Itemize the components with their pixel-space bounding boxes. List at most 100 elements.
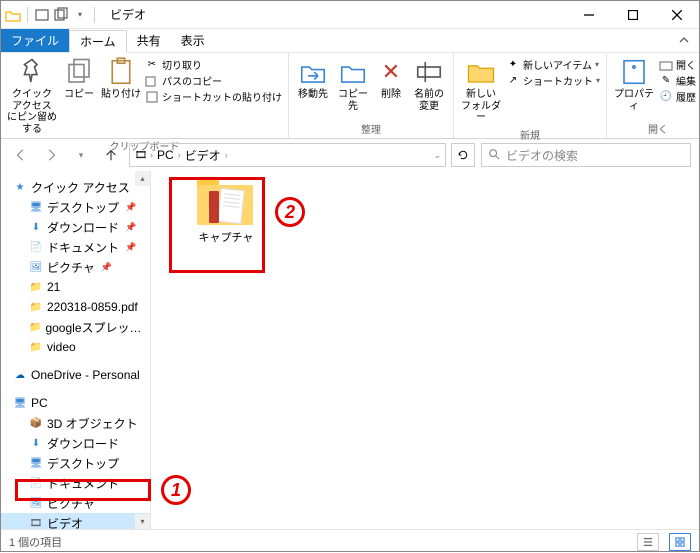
breadcrumb[interactable]: 🎞 › PC › ビデオ › ⌄ — [129, 143, 446, 167]
search-input[interactable]: ビデオの検索 — [481, 143, 691, 167]
folder-icon: 📁 — [29, 300, 43, 314]
qat-item[interactable] — [53, 7, 69, 23]
tree-folder[interactable]: 📁googleスプレッドシートを新 — [1, 317, 150, 337]
properties-icon — [619, 57, 649, 87]
nav-tree[interactable]: ▴ ★クイック アクセス 🖥デスクトップ📌 ⬇ダウンロード📌 📄ドキュメント📌 … — [1, 171, 151, 529]
content-pane[interactable]: キャプチャ — [151, 171, 699, 529]
back-button[interactable] — [9, 143, 33, 167]
delete-icon: ✕ — [376, 57, 406, 87]
tree-pc-pictures[interactable]: 🖼ピクチャ — [1, 493, 150, 513]
open-icon — [659, 58, 673, 72]
easy-access-button[interactable]: ↗ショートカット ▾ — [506, 73, 600, 88]
desktop-icon: 🖥 — [29, 200, 43, 214]
edit-button[interactable]: ✎編集 — [659, 73, 700, 88]
tree-folder[interactable]: 📁21 — [1, 277, 150, 297]
paste-button[interactable]: 貼り付け — [99, 55, 143, 103]
new-item-button[interactable]: ✦新しいアイテム ▾ — [506, 57, 600, 72]
video-icon: 🎞 — [29, 516, 43, 529]
tree-pictures[interactable]: 🖼ピクチャ📌 — [1, 257, 150, 277]
address-bar: ▾ 🎞 › PC › ビデオ › ⌄ ビデオの検索 — [1, 139, 699, 171]
folder-icon: 📁 — [29, 340, 43, 354]
breadcrumb-current[interactable]: ビデオ — [183, 147, 223, 164]
move-to-icon — [298, 57, 328, 87]
close-button[interactable] — [655, 1, 699, 29]
copy-to-button[interactable]: コピー先 — [333, 55, 373, 114]
pictures-icon: 🖼 — [29, 260, 43, 274]
pin-icon: 📌 — [125, 242, 136, 253]
group-label: 新規 — [458, 126, 602, 143]
tab-file[interactable]: ファイル — [1, 29, 69, 52]
downloads-icon: ⬇ — [29, 220, 43, 234]
pin-icon — [17, 57, 47, 87]
tree-pc[interactable]: 🖥PC — [1, 393, 150, 413]
main-area: ▴ ★クイック アクセス 🖥デスクトップ📌 ⬇ダウンロード📌 📄ドキュメント📌 … — [1, 171, 699, 529]
tab-view[interactable]: 表示 — [171, 29, 215, 52]
easy-access-icon: ↗ — [506, 74, 520, 88]
new-folder-icon — [466, 57, 496, 87]
rename-icon — [414, 57, 444, 87]
qat-dropdown[interactable]: ▾ — [72, 7, 88, 23]
tree-pc-desktop[interactable]: 🖥デスクトップ — [1, 453, 150, 473]
cut-icon: ✂ — [145, 58, 159, 72]
properties-button[interactable]: プロパティ — [611, 55, 657, 114]
tree-3d-objects[interactable]: 📦3D オブジェクト — [1, 413, 150, 433]
up-button[interactable] — [99, 143, 123, 167]
status-bar: 1 個の項目 — [1, 529, 699, 553]
pin-icon: 📌 — [125, 222, 136, 233]
copy-path-button[interactable]: パスのコピー — [145, 73, 282, 88]
documents-icon: 📄 — [29, 476, 43, 490]
search-icon — [488, 148, 500, 163]
cut-button[interactable]: ✂切り取り — [145, 57, 282, 72]
video-icon: 🎞 — [134, 148, 148, 162]
downloads-icon: ⬇ — [29, 436, 43, 450]
open-button[interactable]: 開く ▾ — [659, 57, 700, 72]
paste-shortcut-icon — [145, 90, 159, 104]
new-folder-button[interactable]: 新しい フォルダー — [458, 55, 504, 126]
ribbon: クイック アクセス にピン留めする コピー 貼り付け ✂切り取り パスのコピー … — [1, 53, 699, 139]
breadcrumb-dropdown[interactable]: ⌄ — [433, 150, 441, 161]
delete-button[interactable]: ✕ 削除 — [373, 55, 409, 103]
pin-to-quick-access-button[interactable]: クイック アクセス にピン留めする — [5, 55, 59, 137]
forward-button[interactable] — [39, 143, 63, 167]
tree-folder[interactable]: 📁220318-0859.pdf — [1, 297, 150, 317]
documents-icon: 📄 — [29, 240, 43, 254]
copy-path-icon — [145, 74, 159, 88]
tree-pc-documents[interactable]: 📄ドキュメント — [1, 473, 150, 493]
tree-onedrive[interactable]: ☁OneDrive - Personal — [1, 365, 150, 385]
tree-scroll-down[interactable]: ▾ — [135, 514, 150, 529]
copy-button[interactable]: コピー — [59, 55, 99, 103]
qat-item[interactable] — [34, 7, 50, 23]
history-button[interactable]: 🕘履歴 — [659, 89, 700, 104]
tree-documents[interactable]: 📄ドキュメント📌 — [1, 237, 150, 257]
tree-desktop[interactable]: 🖥デスクトップ📌 — [1, 197, 150, 217]
rename-button[interactable]: 名前の 変更 — [409, 55, 449, 114]
edit-icon: ✎ — [659, 74, 673, 88]
recent-dropdown[interactable]: ▾ — [69, 143, 93, 167]
copy-to-icon — [338, 57, 368, 87]
breadcrumb-pc[interactable]: PC — [155, 148, 176, 162]
tree-pc-video[interactable]: 🎞ビデオ — [1, 513, 150, 529]
tree-downloads[interactable]: ⬇ダウンロード📌 — [1, 217, 150, 237]
refresh-button[interactable] — [451, 143, 475, 167]
onedrive-icon: ☁ — [13, 368, 27, 382]
paste-shortcut-button[interactable]: ショートカットの貼り付け — [145, 89, 282, 104]
tab-share[interactable]: 共有 — [127, 29, 171, 52]
view-icons-button[interactable] — [669, 533, 691, 551]
tree-pc-downloads[interactable]: ⬇ダウンロード — [1, 433, 150, 453]
tab-home[interactable]: ホーム — [69, 30, 127, 53]
ribbon-collapse-icon[interactable] — [669, 29, 699, 52]
move-to-button[interactable]: 移動先 — [293, 55, 333, 103]
folder-icon: 📁 — [29, 320, 41, 334]
pictures-icon: 🖼 — [29, 496, 43, 510]
ribbon-tabs: ファイル ホーム 共有 表示 — [1, 29, 699, 53]
history-icon: 🕘 — [659, 90, 673, 104]
minimize-button[interactable] — [567, 1, 611, 29]
folder-item-capture[interactable]: キャプチャ — [181, 179, 271, 245]
maximize-button[interactable] — [611, 1, 655, 29]
tree-folder[interactable]: 📁video — [1, 337, 150, 357]
tree-quick-access[interactable]: ★クイック アクセス — [1, 177, 150, 197]
view-details-button[interactable] — [637, 533, 659, 551]
pc-icon: 🖥 — [13, 396, 27, 410]
tree-scroll-up[interactable]: ▴ — [135, 171, 150, 186]
paste-icon — [106, 57, 136, 87]
